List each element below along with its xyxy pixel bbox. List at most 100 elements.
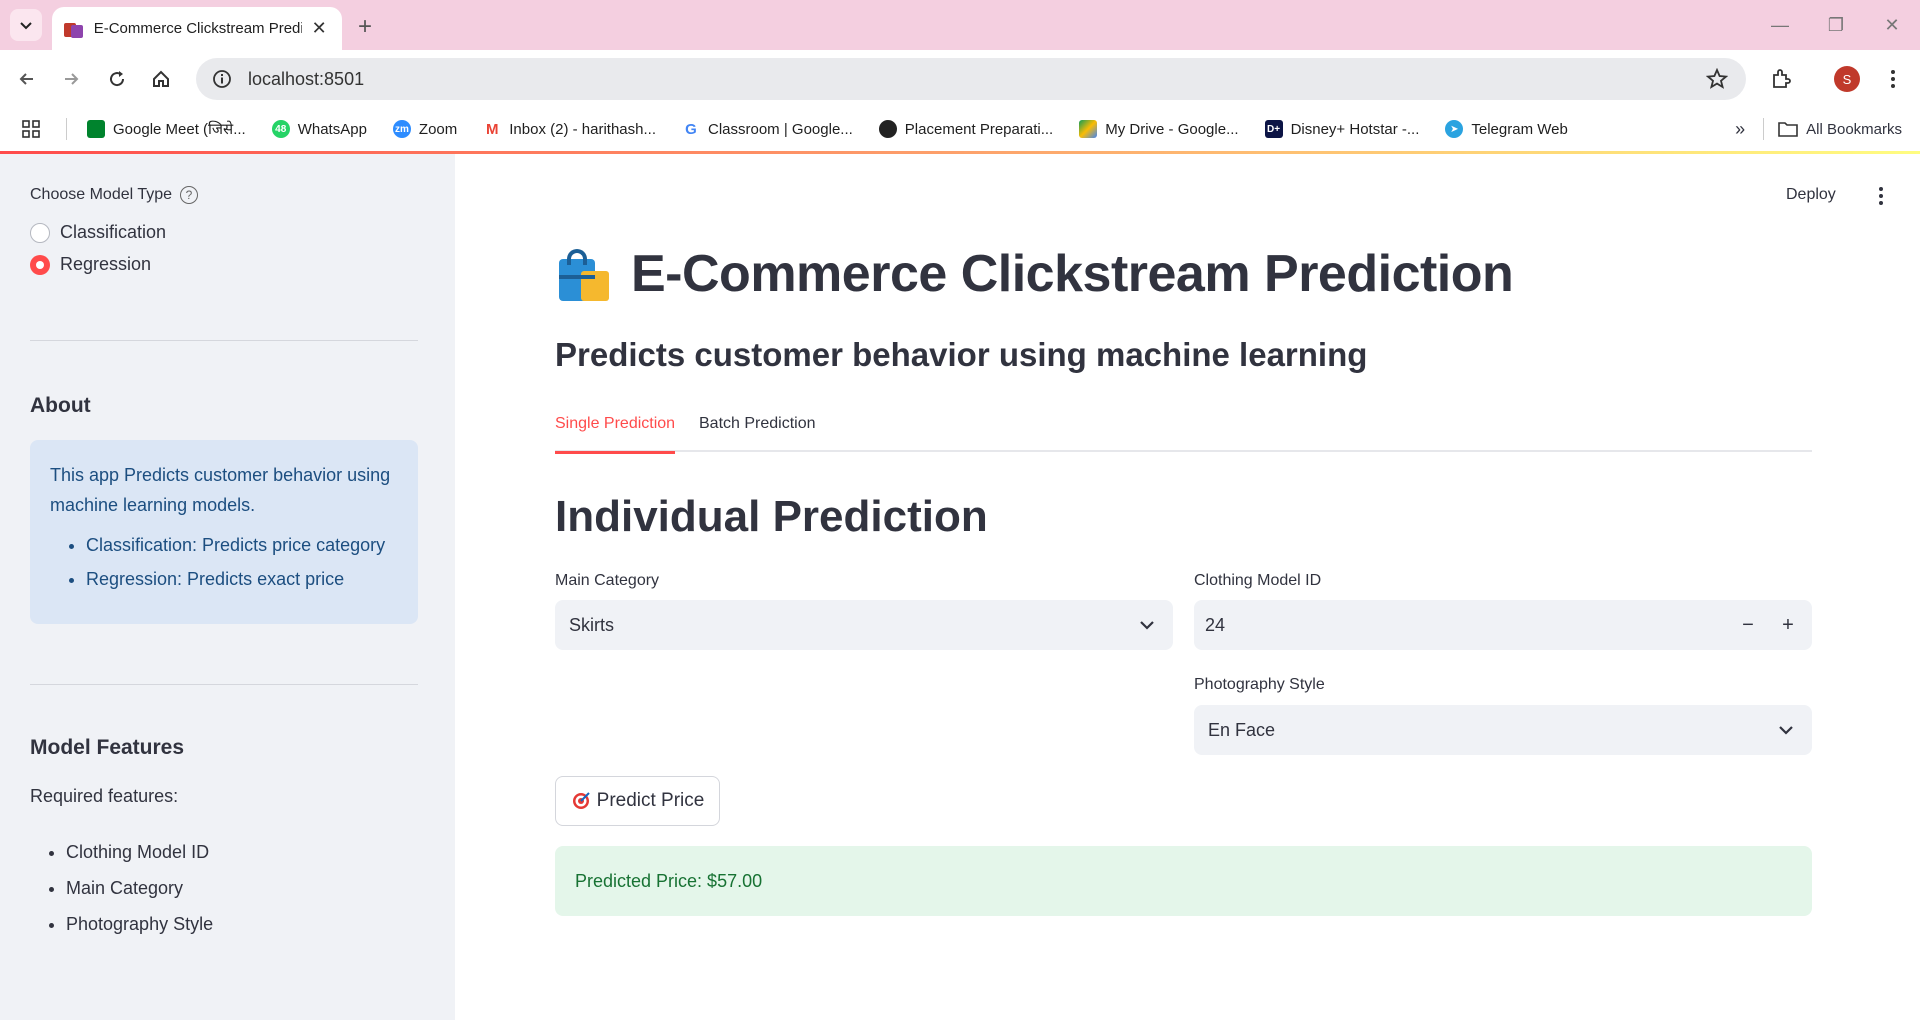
radio-button-selected[interactable] xyxy=(30,254,50,275)
bookmark-my-drive[interactable]: My Drive - Google... xyxy=(1079,120,1239,138)
bookmarks-bar: Google Meet (जिसे... 48 WhatsApp zm Zoom M… xyxy=(0,107,1920,151)
bookmarks-divider xyxy=(66,118,67,140)
folder-icon xyxy=(1778,122,1798,137)
radio-button[interactable] xyxy=(30,222,50,243)
arrow-left-icon xyxy=(19,73,33,85)
tab-list: Single Prediction Batch Prediction xyxy=(555,412,1812,454)
tab-batch-prediction[interactable]: Batch Prediction xyxy=(699,412,816,452)
radio-regression[interactable]: Regression xyxy=(30,254,151,275)
bookmark-hotstar[interactable]: D+ Disney+ Hotstar -... xyxy=(1264,120,1420,138)
main-category-select[interactable]: Skirts xyxy=(555,600,1173,650)
zoom-icon: zm xyxy=(392,120,411,138)
chevron-double-right-icon[interactable]: » xyxy=(1735,119,1745,140)
bookmark-star-icon[interactable] xyxy=(1705,67,1729,95)
arrow-right-icon xyxy=(65,73,79,85)
divider xyxy=(30,340,418,341)
new-tab-button[interactable]: + xyxy=(350,12,380,42)
bookmark-label: Disney+ Hotstar -... xyxy=(1290,120,1420,138)
google-meet-icon xyxy=(87,120,105,138)
about-heading: About xyxy=(30,394,91,417)
photo-style-value: En Face xyxy=(1208,719,1276,740)
bookmark-label: Telegram Web xyxy=(1471,120,1568,138)
page-subtitle: Predicts customer behavior using machine… xyxy=(555,336,1368,373)
bookmark-label: Zoom xyxy=(418,120,458,138)
bookmark-zoom[interactable]: zm Zoom xyxy=(392,120,458,138)
all-bookmarks-button[interactable]: All Bookmarks xyxy=(1806,121,1902,138)
help-icon[interactable]: ? xyxy=(180,186,199,204)
globe-icon xyxy=(878,120,897,138)
whatsapp-icon: 48 xyxy=(271,120,290,138)
tab-single-prediction[interactable]: Single Prediction xyxy=(555,412,676,454)
gmail-icon: M xyxy=(483,120,502,138)
chevron-down-icon xyxy=(20,22,32,30)
avatar: S xyxy=(1834,66,1860,92)
back-button[interactable] xyxy=(12,64,42,94)
puzzle-icon xyxy=(1773,69,1791,88)
shopping-bags-icon xyxy=(555,245,613,303)
apps-button[interactable] xyxy=(22,120,40,138)
features-heading: Model Features xyxy=(30,736,185,759)
home-button[interactable] xyxy=(146,64,176,94)
radio-label: Regression xyxy=(60,254,152,274)
browser-tab-active[interactable]: E-Commerce Clickstream Predic ✕ xyxy=(52,7,342,50)
model-id-input[interactable]: 24 − + xyxy=(1194,600,1812,650)
bookmark-placement[interactable]: Placement Preparati... xyxy=(878,120,1054,138)
photo-style-select[interactable]: En Face xyxy=(1194,705,1812,755)
tab-title: E-Commerce Clickstream Predic xyxy=(93,20,303,37)
list-item: Regression: Predicts exact price xyxy=(86,562,398,596)
bookmark-telegram[interactable]: ➤ Telegram Web xyxy=(1445,120,1568,138)
google-icon: G xyxy=(682,120,700,138)
browser-menu-button[interactable] xyxy=(1878,64,1908,94)
main-content: Deploy E-Commerce Clickstream Prediction… xyxy=(455,154,1920,1020)
tab-search-button[interactable] xyxy=(10,9,42,41)
browser-tab-bar: E-Commerce Clickstream Predic ✕ + — ❐ ✕ xyxy=(0,0,1920,50)
radio-classification[interactable]: Classification xyxy=(30,222,166,243)
photo-style-label: Photography Style xyxy=(1194,676,1325,693)
target-icon xyxy=(572,792,590,809)
features-intro: Required features: xyxy=(30,786,179,806)
reload-button[interactable] xyxy=(102,64,132,94)
forward-button[interactable] xyxy=(56,64,86,94)
google-drive-icon xyxy=(1079,120,1098,138)
predict-price-button[interactable]: Predict Price xyxy=(555,776,720,826)
prediction-result-text: Predicted Price: $57.00 xyxy=(575,870,763,891)
about-text: This app Predicts customer behavior usin… xyxy=(50,465,391,515)
predict-price-label: Predict Price xyxy=(596,790,705,811)
model-type-label-text: Choose Model Type xyxy=(30,186,173,203)
kebab-menu-icon xyxy=(1891,70,1895,88)
address-bar[interactable]: localhost:8501 xyxy=(196,58,1746,100)
bookmark-label: Placement Preparati... xyxy=(904,120,1054,138)
list-item: Classification: Predicts price category xyxy=(86,528,398,562)
about-list: Classification: Predicts price category … xyxy=(50,528,398,596)
extensions-button[interactable] xyxy=(1766,64,1796,94)
close-icon[interactable]: ✕ xyxy=(308,18,330,40)
apps-grid-icon xyxy=(22,120,40,138)
bookmark-classroom[interactable]: G Classroom | Google... xyxy=(682,120,853,138)
info-icon[interactable] xyxy=(210,67,234,91)
bookmark-google-meet[interactable]: Google Meet (जिसे... xyxy=(87,119,246,139)
profile-button[interactable]: S xyxy=(1832,64,1862,94)
sidebar: Choose Model Type ? Classification Regre… xyxy=(0,154,455,1020)
increment-button[interactable]: + xyxy=(1768,600,1808,650)
model-id-label: Clothing Model ID xyxy=(1194,572,1322,589)
bookmark-label: WhatsApp xyxy=(297,120,367,138)
deploy-button[interactable]: Deploy xyxy=(1786,186,1836,204)
decrement-button[interactable]: − xyxy=(1728,600,1768,650)
page-title-text: E-Commerce Clickstream Prediction xyxy=(631,245,1514,303)
list-item: Main Category xyxy=(66,870,213,906)
radio-label: Classification xyxy=(60,222,167,242)
bookmark-whatsapp[interactable]: 48 WhatsApp xyxy=(271,120,367,138)
telegram-icon: ➤ xyxy=(1445,120,1464,138)
main-category-value: Skirts xyxy=(569,614,614,635)
bookmark-label: My Drive - Google... xyxy=(1105,120,1239,138)
restore-button[interactable]: ❐ xyxy=(1808,0,1864,50)
minimize-button[interactable]: — xyxy=(1752,0,1808,50)
bookmark-gmail[interactable]: M Inbox (2) - harithash... xyxy=(483,120,656,138)
app-menu-icon[interactable] xyxy=(1869,184,1893,208)
main-category-label: Main Category xyxy=(555,572,660,589)
url-text: localhost:8501 xyxy=(248,68,365,89)
list-item: Photography Style xyxy=(66,906,213,942)
close-window-button[interactable]: ✕ xyxy=(1864,0,1920,50)
chevron-down-icon xyxy=(1779,726,1793,735)
reload-icon xyxy=(110,71,125,87)
